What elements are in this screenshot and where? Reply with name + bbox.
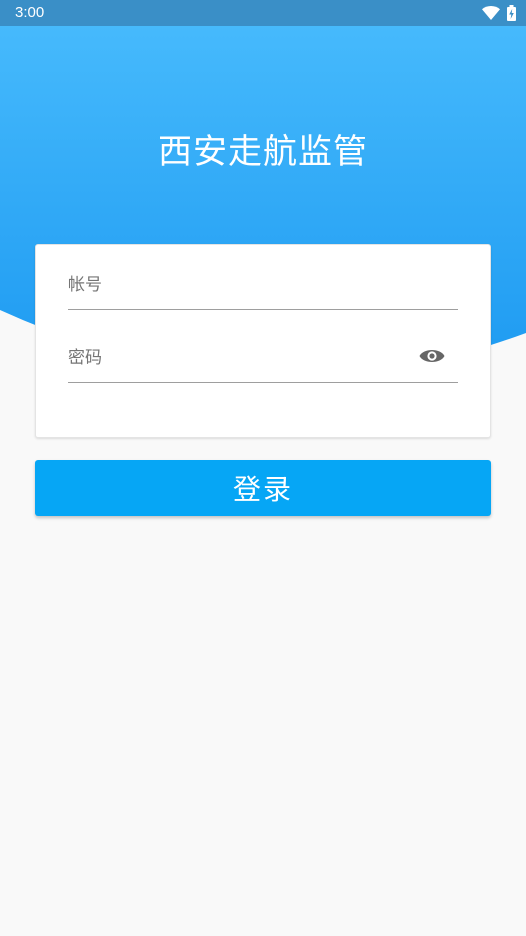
password-input[interactable] (68, 342, 398, 374)
login-card (35, 244, 491, 438)
wifi-icon (482, 6, 500, 20)
status-time: 3:00 (15, 4, 45, 21)
account-input[interactable] (68, 269, 398, 301)
account-field (68, 269, 458, 310)
status-bar: 3:00 (0, 0, 526, 26)
app-title: 西安走航监管 (158, 132, 368, 172)
status-icons (482, 4, 516, 22)
eye-icon[interactable] (418, 345, 446, 367)
password-field (68, 342, 458, 383)
battery-charging-icon (507, 5, 516, 21)
login-button[interactable]: 登录 (35, 460, 491, 516)
